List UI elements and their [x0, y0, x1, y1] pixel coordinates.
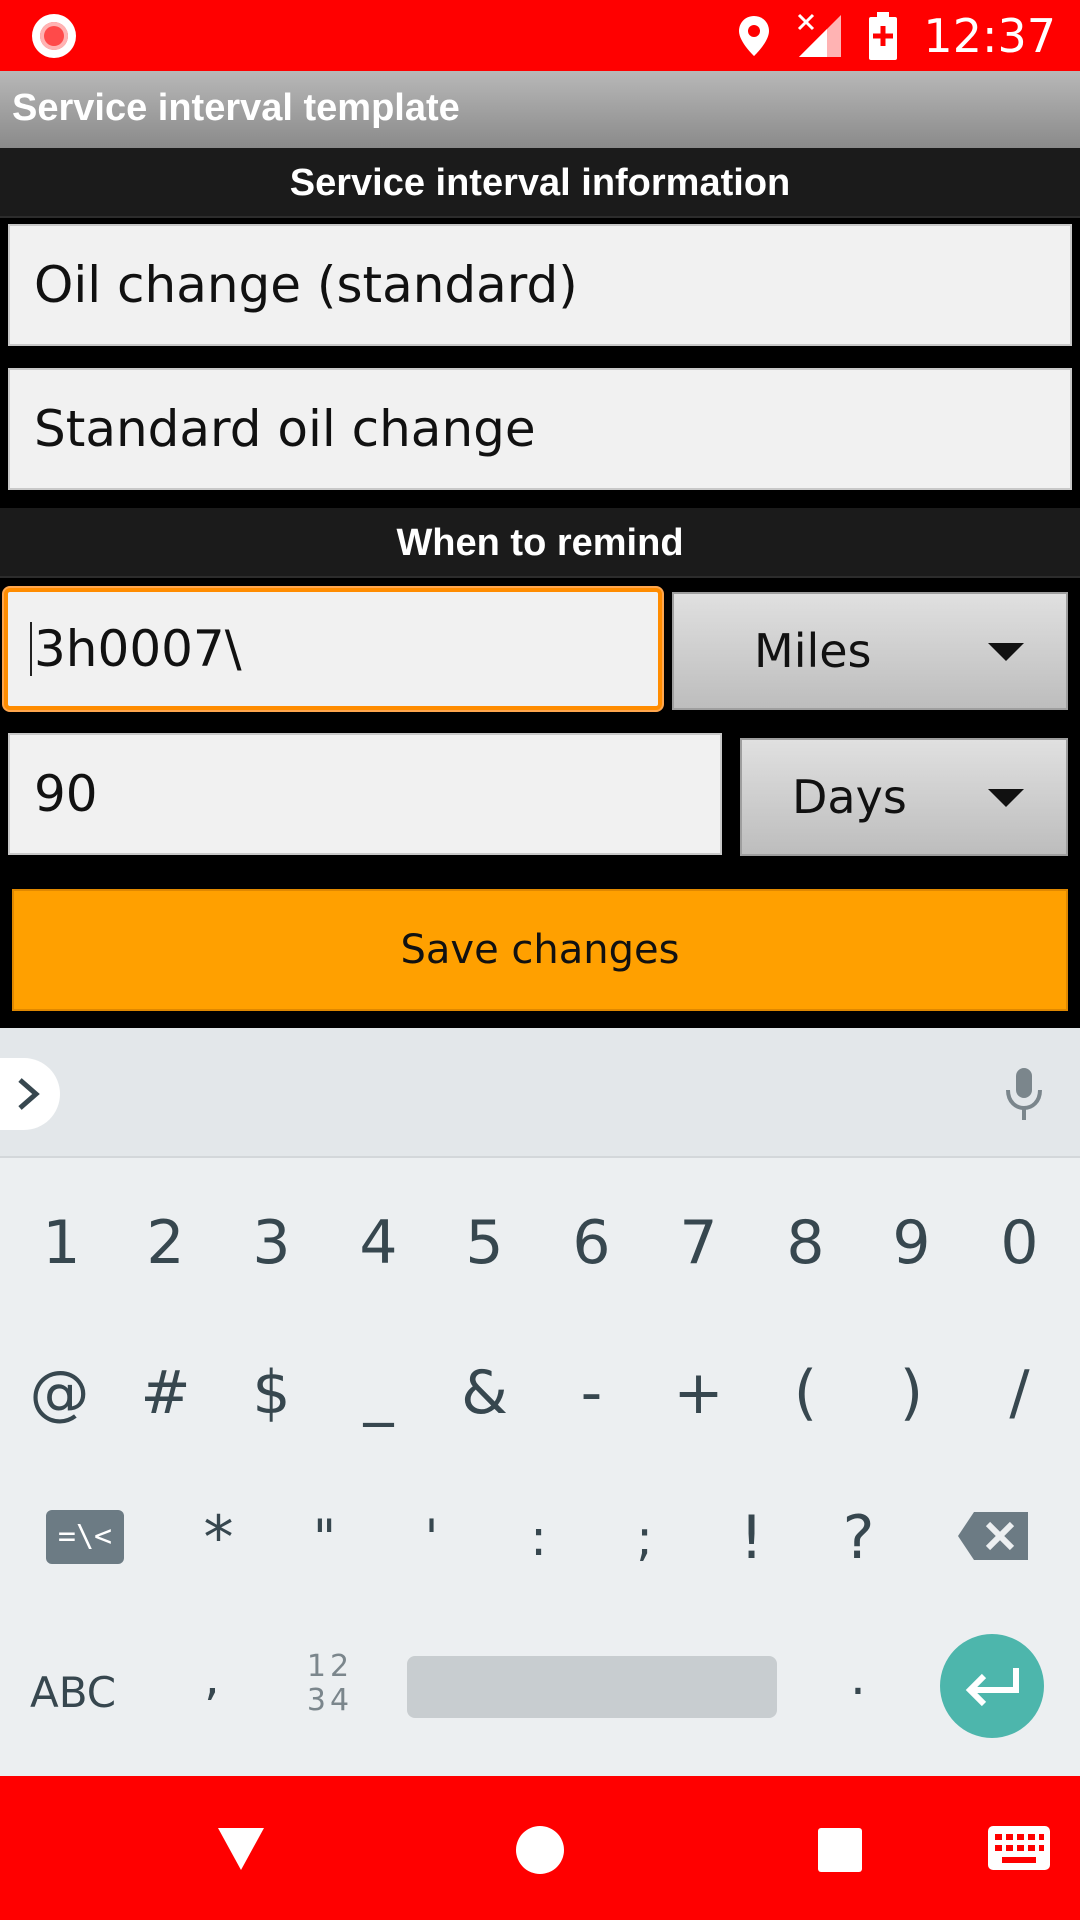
enter-key[interactable]: [940, 1634, 1044, 1738]
dropdown-arrow-icon: [988, 643, 1024, 661]
space-key[interactable]: [407, 1656, 777, 1718]
chevron-right-icon: [18, 1078, 40, 1110]
key-4[interactable]: 4: [325, 1168, 432, 1318]
microphone-icon[interactable]: [1004, 1066, 1044, 1122]
keyboard-row-punctuation: * " ' : ; ! ?: [0, 1463, 1080, 1613]
distance-interval-value: 3h0007\: [34, 620, 242, 678]
key-6[interactable]: 6: [538, 1168, 645, 1318]
key-3[interactable]: 3: [218, 1168, 325, 1318]
key-0[interactable]: 0: [966, 1168, 1073, 1318]
key-open-paren[interactable]: (: [752, 1318, 859, 1468]
key-minus[interactable]: -: [538, 1318, 645, 1468]
text-caret: [30, 622, 32, 676]
distance-interval-input[interactable]: 3h0007\: [4, 588, 662, 710]
time-interval-input[interactable]: 90: [8, 733, 722, 855]
number-pad-key[interactable]: 12 34: [300, 1650, 360, 1718]
key-close-paren[interactable]: ): [858, 1318, 965, 1468]
key-8[interactable]: 8: [752, 1168, 859, 1318]
status-time: 12:37: [923, 8, 1056, 63]
abc-key[interactable]: ABC: [30, 1668, 116, 1717]
keyboard-switch-icon[interactable]: [988, 1826, 1050, 1870]
home-circle-icon[interactable]: [516, 1826, 564, 1874]
key-2[interactable]: 2: [112, 1168, 219, 1318]
location-icon: [739, 15, 770, 56]
key-5[interactable]: 5: [431, 1168, 538, 1318]
app-title: Service interval template: [12, 87, 460, 129]
key-semicolon[interactable]: ;: [591, 1463, 698, 1613]
enter-arrow-icon: [965, 1668, 1019, 1707]
name-field-value: Oil change (standard): [34, 256, 578, 314]
key-plus[interactable]: +: [645, 1318, 752, 1468]
key-at[interactable]: @: [6, 1318, 113, 1468]
battery-charging-icon: [869, 11, 898, 60]
navigation-bar: [0, 1776, 1080, 1920]
key-exclamation[interactable]: !: [698, 1463, 805, 1613]
suggestion-bar: [0, 1028, 1080, 1158]
key-single-quote[interactable]: ': [378, 1463, 485, 1613]
status-bar: 12:37: [0, 0, 1080, 71]
recent-apps-square-icon[interactable]: [818, 1828, 862, 1872]
screen-record-icon: [32, 14, 76, 58]
distance-unit-label: Miles: [754, 624, 872, 678]
section-header-info: Service interval information: [0, 148, 1080, 218]
distance-unit-dropdown[interactable]: Miles: [672, 592, 1068, 710]
description-field[interactable]: Standard oil change: [8, 368, 1072, 490]
key-question[interactable]: ?: [805, 1463, 912, 1613]
key-asterisk[interactable]: *: [165, 1463, 272, 1613]
time-interval-value: 90: [34, 765, 98, 823]
key-double-quote[interactable]: ": [271, 1463, 378, 1613]
expand-toolbar-button[interactable]: [0, 1058, 60, 1130]
status-icons: 12:37: [737, 0, 1056, 71]
key-1[interactable]: 1: [8, 1168, 115, 1318]
time-unit-label: Days: [792, 770, 907, 824]
app-bar: Service interval template: [0, 71, 1080, 148]
key-comma[interactable]: ,: [204, 1648, 220, 1706]
key-underscore[interactable]: _: [325, 1318, 432, 1468]
key-dollar[interactable]: $: [218, 1318, 325, 1468]
number-pad-key-bottom: 34: [306, 1683, 354, 1718]
key-colon[interactable]: :: [485, 1463, 592, 1613]
section-header-remind: When to remind: [0, 508, 1080, 578]
key-period[interactable]: .: [850, 1648, 866, 1706]
back-triangle-icon[interactable]: [216, 1826, 266, 1872]
signal-no-data-icon: [798, 13, 842, 57]
name-field[interactable]: Oil change (standard): [8, 224, 1072, 346]
save-changes-button[interactable]: Save changes: [12, 889, 1068, 1011]
dropdown-arrow-icon: [988, 789, 1024, 807]
key-9[interactable]: 9: [858, 1168, 965, 1318]
key-slash[interactable]: /: [966, 1318, 1073, 1468]
description-field-value: Standard oil change: [34, 400, 536, 458]
number-pad-key-top: 12: [306, 1649, 354, 1684]
keyboard-row-symbols: @ # $ _ & - + ( ) /: [0, 1318, 1080, 1468]
key-hash[interactable]: #: [112, 1318, 219, 1468]
key-ampersand[interactable]: &: [431, 1318, 538, 1468]
keyboard-row-numbers: 1 2 3 4 5 6 7 8 9 0: [0, 1168, 1080, 1318]
time-unit-dropdown[interactable]: Days: [740, 738, 1068, 856]
soft-keyboard: 1 2 3 4 5 6 7 8 9 0 @ # $ _ & - + ( ) / …: [0, 1028, 1080, 1776]
key-7[interactable]: 7: [645, 1168, 752, 1318]
backspace-icon[interactable]: [956, 1510, 1030, 1562]
